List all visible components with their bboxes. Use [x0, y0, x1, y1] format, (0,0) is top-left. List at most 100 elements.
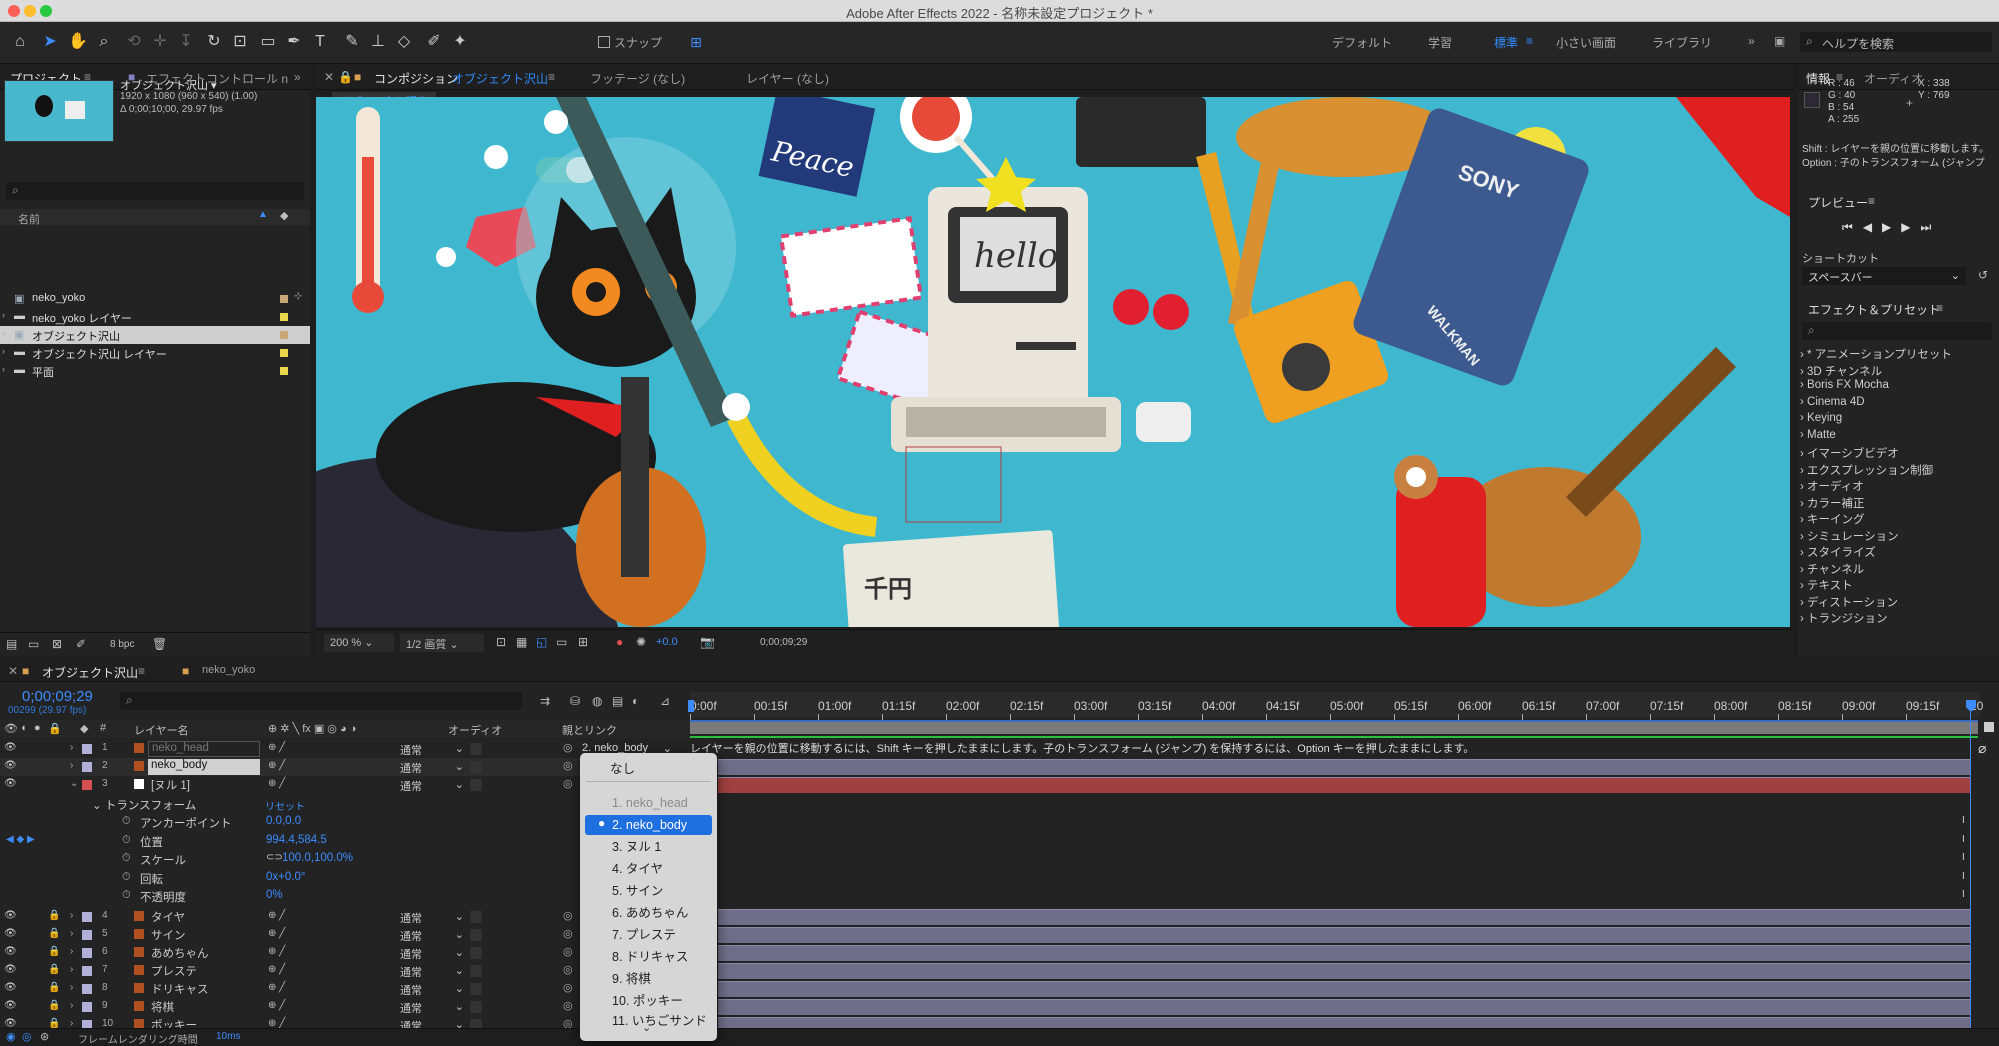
- last-frame-icon[interactable]: ⏭: [1921, 220, 1942, 234]
- pick-whip-icon[interactable]: ◎: [563, 963, 573, 976]
- lock-icon[interactable]: 🔒: [48, 1000, 60, 1011]
- expand-arrow-icon[interactable]: ›: [70, 946, 73, 957]
- effect-category[interactable]: › Boris FX Mocha: [1800, 379, 1889, 391]
- tab-composition-name[interactable]: オブジェクト沢山: [452, 70, 548, 87]
- draft-3d-icon[interactable]: ⛁: [570, 694, 580, 708]
- region-of-interest-icon[interactable]: ▭: [556, 635, 567, 649]
- grid-guides-icon[interactable]: ⊞: [578, 635, 588, 649]
- effect-category[interactable]: › オーディオ: [1800, 478, 1864, 494]
- layer-name[interactable]: [ヌル 1]: [148, 777, 260, 793]
- pick-whip-icon[interactable]: ◎: [563, 741, 573, 754]
- label-color-swatch[interactable]: [82, 780, 92, 790]
- expand-arrow-icon[interactable]: ›: [2, 346, 5, 356]
- trackmatte-box[interactable]: [470, 983, 482, 995]
- label-color-swatch[interactable]: [82, 912, 92, 922]
- workspace-menu-icon[interactable]: ≡: [1526, 34, 1533, 48]
- timeline-menu-icon[interactable]: ≡: [138, 664, 145, 678]
- preview-menu-icon[interactable]: ≡: [1868, 194, 1875, 208]
- layer-switches[interactable]: ⊕ ╱: [268, 910, 285, 921]
- blend-mode-dropdown[interactable]: 通常 ⌄: [400, 928, 464, 943]
- parent-option[interactable]: 6. あめちゃん: [580, 903, 717, 923]
- roto-brush-icon[interactable]: ✐: [422, 30, 446, 54]
- visibility-icon[interactable]: 👁: [4, 964, 17, 975]
- lock-icon[interactable]: 🔒: [48, 910, 60, 921]
- blend-mode-dropdown[interactable]: 通常 ⌄: [400, 910, 464, 925]
- effect-category[interactable]: › * アニメーションプリセット: [1800, 346, 1952, 362]
- visibility-icon[interactable]: 👁: [4, 742, 17, 753]
- trackmatte-box[interactable]: [470, 1001, 482, 1013]
- layer-duration-bar[interactable]: [718, 963, 1970, 979]
- layer-name[interactable]: neko_body: [148, 759, 260, 775]
- visibility-icon[interactable]: 👁: [4, 1000, 17, 1011]
- prev-frame-icon[interactable]: ◀: [1863, 220, 1882, 234]
- parent-option[interactable]: 8. ドリキャス: [580, 947, 717, 967]
- effect-category[interactable]: › シミュレーション: [1800, 528, 1899, 544]
- trackmatte-box[interactable]: [470, 779, 482, 791]
- frame-blending-icon[interactable]: ▤: [612, 694, 623, 708]
- selection-tool-icon[interactable]: ➤: [38, 30, 62, 54]
- zoom-tool-icon[interactable]: ⌕: [92, 30, 116, 54]
- trackmatte-box[interactable]: [470, 947, 482, 959]
- tab-layer[interactable]: レイヤー (なし): [746, 70, 829, 87]
- hand-tool-icon[interactable]: ✋: [66, 30, 90, 54]
- loop-icon[interactable]: ↺: [1978, 268, 1988, 282]
- zoom-slider-handle[interactable]: [1984, 722, 1994, 732]
- panel-toggle-icon[interactable]: ▣: [1774, 34, 1785, 48]
- current-time[interactable]: 0;00;09;29: [22, 688, 93, 705]
- property-value[interactable]: 0%: [266, 889, 283, 901]
- property-value[interactable]: 0x+0.0°: [266, 871, 305, 883]
- layer-duration-bar[interactable]: [718, 927, 1970, 943]
- transform-reset[interactable]: リセット: [265, 798, 305, 813]
- effect-category[interactable]: › キーイング: [1800, 511, 1865, 527]
- effect-category[interactable]: › チャンネル: [1800, 561, 1864, 577]
- snapshot-icon[interactable]: 📷: [700, 635, 715, 649]
- project-item[interactable]: › ▬ オブジェクト沢山 レイヤー: [0, 344, 310, 362]
- label-color-swatch[interactable]: [280, 295, 288, 303]
- workspace-default[interactable]: デフォルト: [1332, 34, 1392, 51]
- close-tab-icon[interactable]: ✕: [324, 70, 334, 84]
- sort-ascending-icon[interactable]: ▲: [258, 209, 268, 220]
- comp-mini-flowchart-icon[interactable]: ⇉: [540, 694, 550, 708]
- parent-option[interactable]: 3. ヌル 1: [580, 837, 717, 857]
- snap-options-icon[interactable]: ⊞: [684, 30, 708, 54]
- label-color-swatch[interactable]: [82, 948, 92, 958]
- visibility-icon[interactable]: 👁: [4, 928, 17, 939]
- layer-name[interactable]: タイヤ: [148, 909, 260, 925]
- property-value[interactable]: 994.4,584.5: [266, 834, 327, 846]
- effect-category[interactable]: › テキスト: [1800, 577, 1853, 593]
- work-area-bar[interactable]: [690, 720, 1978, 734]
- channel-icon[interactable]: ●: [616, 635, 623, 649]
- expand-arrow-icon[interactable]: ›: [70, 964, 73, 975]
- layer-name[interactable]: 将棋: [148, 999, 260, 1015]
- new-folder-icon[interactable]: ▭: [28, 637, 39, 651]
- more-workspaces-icon[interactable]: »: [1748, 34, 1755, 48]
- layer-duration-bar[interactable]: [718, 945, 1970, 961]
- expand-arrow-icon[interactable]: ›: [70, 982, 73, 993]
- fast-preview-icon[interactable]: ⊡: [496, 635, 506, 649]
- exposure-value[interactable]: +0.0: [656, 636, 678, 648]
- label-color-swatch[interactable]: [280, 349, 288, 357]
- bit-depth[interactable]: 8 bpc: [110, 639, 134, 650]
- lock-icon[interactable]: 🔒: [48, 928, 60, 939]
- layer-name[interactable]: あめちゃん: [148, 945, 260, 961]
- effect-category[interactable]: › エクスプレッション制御: [1800, 462, 1933, 478]
- snap-checkbox[interactable]: [598, 36, 610, 48]
- zoom-dropdown[interactable]: 200 % ⌄: [324, 634, 394, 652]
- tab-audio[interactable]: オーディオ: [1864, 70, 1923, 87]
- visibility-icon[interactable]: 👁: [4, 982, 17, 993]
- workspace-learn[interactable]: 学習: [1428, 34, 1452, 51]
- text-tool-icon[interactable]: T: [308, 30, 332, 54]
- orbit-camera-icon[interactable]: ⟲: [122, 30, 146, 54]
- toggle-render-time-icon[interactable]: ⊛: [40, 1030, 49, 1043]
- blend-mode-dropdown[interactable]: 通常 ⌄: [400, 982, 464, 997]
- column-name[interactable]: 名前: [18, 211, 40, 227]
- parent-option[interactable]: 7. プレステ: [580, 925, 717, 945]
- project-item[interactable]: › ▬ neko_yoko レイヤー: [0, 308, 310, 326]
- effect-category[interactable]: › ディストーション: [1800, 594, 1898, 610]
- blend-mode-dropdown[interactable]: 通常 ⌄: [400, 760, 464, 775]
- stopwatch-icon[interactable]: ⏱: [122, 889, 131, 902]
- tab-composition-label[interactable]: コンポジション: [374, 70, 458, 87]
- layer-name[interactable]: ドリキャス: [148, 981, 260, 997]
- layer-switches[interactable]: ⊕ ╱: [268, 778, 285, 789]
- property-value[interactable]: 100.0,100.0%: [282, 852, 353, 864]
